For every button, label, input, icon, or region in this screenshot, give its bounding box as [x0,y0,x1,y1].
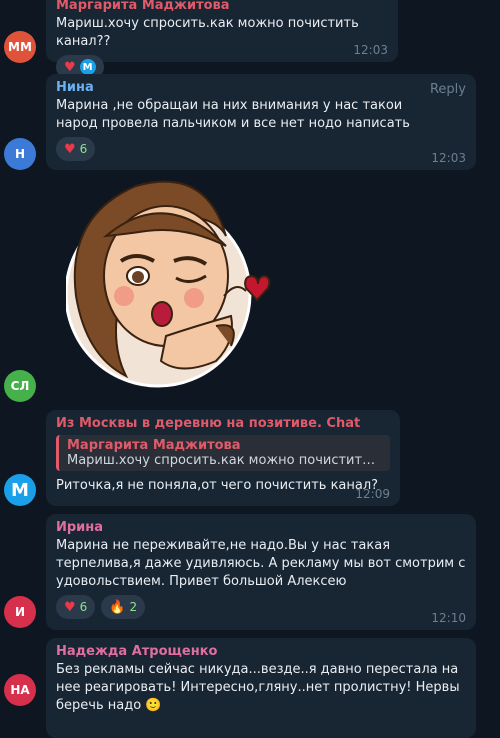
reply-quote[interactable]: Маргарита Маджитова Мариш.хочу спросить.… [56,435,390,471]
heart-reaction[interactable]: ♥ 6 [56,595,96,619]
reaction-count: 6 [79,142,88,156]
message-text: Мариш.хочу спросить.как можно почистить … [56,16,359,49]
sender-name[interactable]: Из Москвы в деревню на позитиве. Chat [56,416,390,431]
message-time: 12:09 [355,487,390,501]
fire-icon: 🔥 [109,599,126,615]
heart-icon: ♥ [64,599,76,615]
emoji-smile-icon: 🙂 [145,698,162,713]
sender-name[interactable]: Ирина [56,520,466,535]
sticker-image [64,180,271,388]
avatar-m-icon: M [79,59,96,75]
sender-name[interactable]: Маргарита Маджитова [56,0,388,13]
message-time: 12:10 [431,611,466,625]
reply-button[interactable]: Reply [430,82,466,97]
avatar[interactable]: И [4,596,36,628]
sender-name[interactable]: Надежда Атрощенко [56,644,466,659]
message-text: Риточка,я не поняла,от чего почистить ка… [56,478,379,493]
message-bubble[interactable]: Ирина Марина не переживайте,не надо.Вы у… [46,514,476,630]
message-text: Марина не переживайте,не надо.Вы у нас т… [56,538,466,589]
message-bubble[interactable]: Надежда Атрощенко Без рекламы сейчас ник… [46,638,476,738]
fire-reaction[interactable]: 🔥 2 [101,595,146,619]
message-bubble[interactable]: Нина Reply Марина ,не обращаи на них вни… [46,74,476,170]
reactions: ♥ 6 🔥 2 [56,595,466,619]
quote-sender: Маргарита Маджитова [67,438,241,453]
avatar[interactable]: М [4,474,36,506]
quote-text: Мариш.хочу спросить.как можно почистить … [67,453,382,468]
reactions: ♥ 6 [56,137,466,161]
message-time: 12:03 [353,43,388,57]
message-text: Марина ,не обращаи на них внимания у нас… [56,98,410,131]
message-bubble[interactable]: Маргарита Маджитова Мариш.хочу спросить.… [46,0,398,79]
avatar[interactable]: СЛ [4,370,36,402]
reaction-count: 2 [129,600,138,614]
sender-name[interactable]: Нина [56,80,466,95]
message-text: Без рекламы сейчас никуда...везде..я дав… [56,662,460,713]
winking-woman-kiss-sticker[interactable] [64,176,278,396]
message-time: 12:03 [431,151,466,165]
reaction-count: 6 [79,600,88,614]
heart-icon: ♥ [64,141,76,157]
heart-reaction[interactable]: ♥ 6 [56,137,96,161]
avatar[interactable]: НА [4,674,36,706]
heart-icon: ♥ [64,59,76,75]
avatar[interactable]: Н [4,138,36,170]
message-bubble[interactable]: Из Москвы в деревню на позитиве. Chat Ма… [46,410,400,506]
avatar[interactable]: ММ [4,31,36,63]
